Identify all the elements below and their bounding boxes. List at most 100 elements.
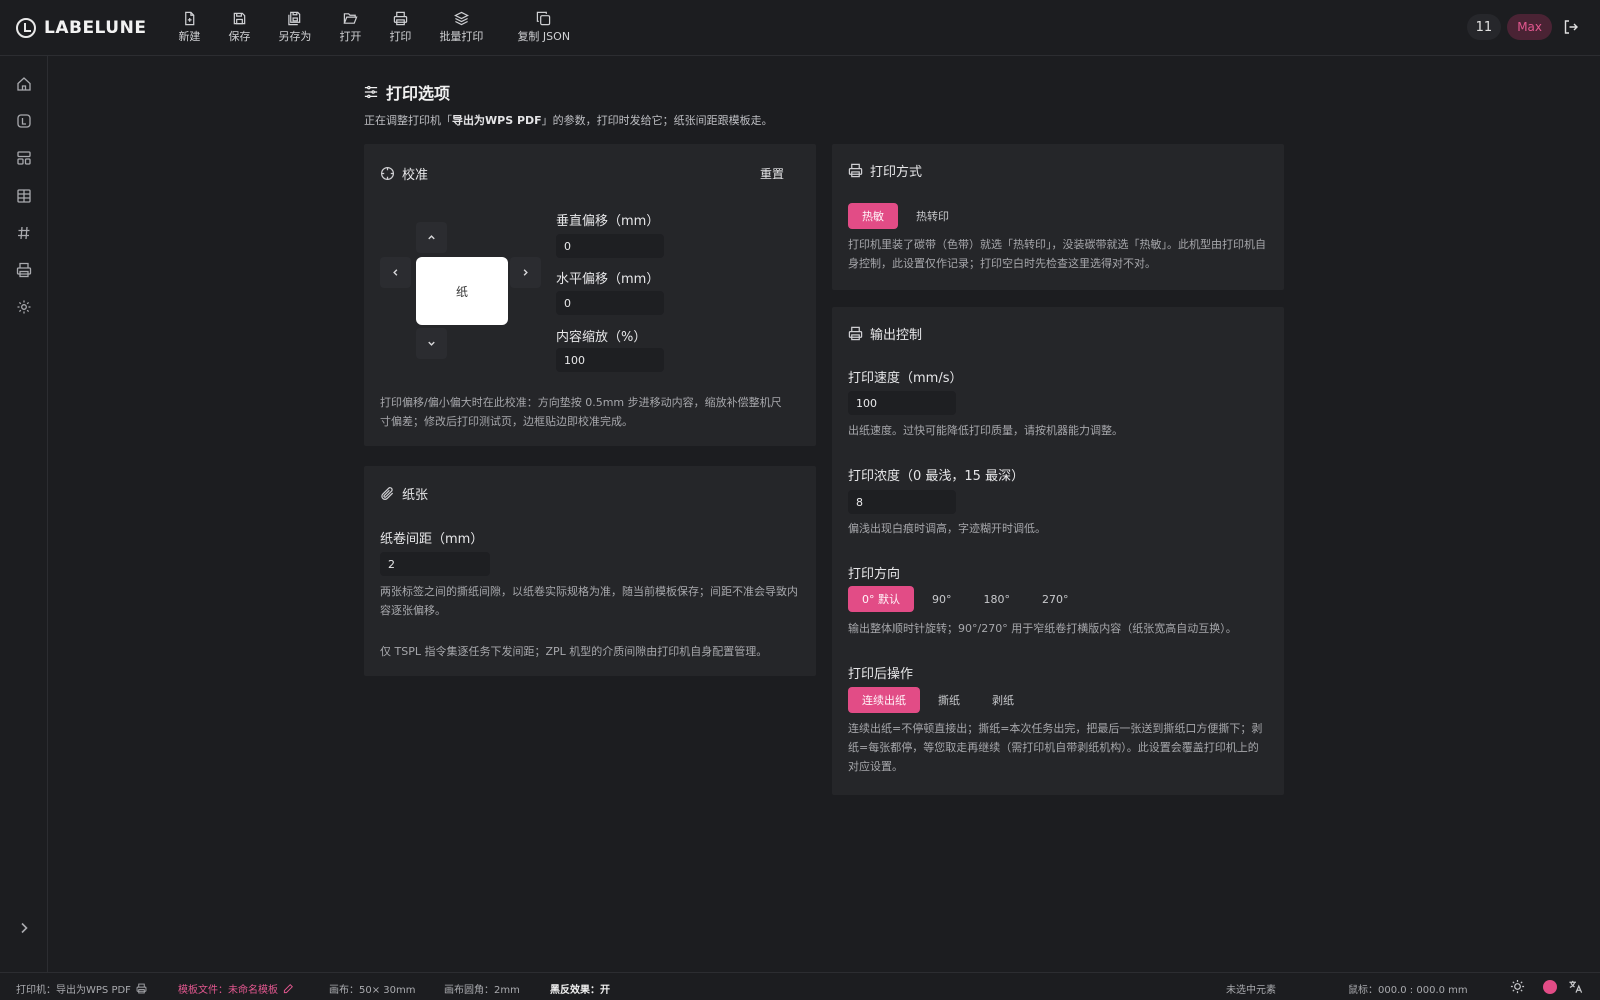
chevron-right-icon [523,269,528,276]
subtitle-prefix: 正在调整打印机「 [364,114,452,127]
paper-header: 纸张 [380,484,428,503]
vertical-offset-label: 垂直偏移（mm） [556,214,660,229]
app-logo[interactable]: LABELUNE [16,17,147,38]
density-hint: 偏浅出现白痕时调高，字迹糊开时调低。 [848,522,1046,535]
sun-icon [1510,979,1525,994]
calibration-card: 校准 重置 纸 垂直偏移（mm） 0 水平偏移（mm） 0 内容缩放（%） 10… [364,144,816,446]
expand-sidebar-button[interactable] [14,918,34,938]
print-button[interactable]: 打印 [375,0,425,56]
status-canvas-corner: 画布圆角：2mm [444,985,520,996]
gap-input[interactable]: 2 [380,552,490,576]
reset-button[interactable]: 重置 [760,165,784,182]
after-print-label: 打印后操作 [848,667,914,682]
app-name: LABELUNE [44,17,147,38]
print-method-header: 打印方式 [848,161,922,180]
sidebar-item-settings[interactable] [14,297,34,317]
label-icon [17,114,31,128]
output-header: 输出控制 [848,324,922,343]
new-label: 新建 [178,30,201,43]
output-control-card: 输出控制 打印速度（mm/s） 100 出纸速度。过快可能降低打印质量，请按机器… [832,307,1284,795]
print-method-segmented: 热敏 热转印 [848,203,963,229]
paper-card: 纸张 纸卷间距（mm） 2 两张标签之间的撕纸间隙，以纸卷实际规格为准，随当前模… [364,466,816,676]
save-as-icon [288,11,301,26]
paperclip-icon [381,487,394,500]
sidebar-item-labels[interactable] [14,111,34,131]
language-button[interactable] [1568,979,1583,994]
sidebar-item-home[interactable] [14,74,34,94]
pencil-icon [283,984,293,994]
folder-open-icon [343,13,358,24]
crosshair-icon [380,166,395,181]
user-badge[interactable]: Max [1507,14,1552,40]
sidebar-item-serial[interactable] [14,223,34,243]
horizontal-offset-input[interactable]: 0 [556,291,664,315]
copy-json-button[interactable]: 复制 JSON [503,0,584,56]
new-button[interactable]: 新建 [164,0,214,56]
nudge-right-button[interactable] [510,257,541,288]
direction-option-180[interactable]: 180° [970,586,1025,612]
table-icon [17,189,31,203]
after-print-segmented: 连续出纸 撕纸 剥纸 [848,687,1028,713]
save-as-button[interactable]: 另存为 [264,0,325,56]
after-option-continuous[interactable]: 连续出纸 [848,687,920,713]
after-option-tear[interactable]: 撕纸 [924,687,974,713]
batch-print-button[interactable]: 批量打印 [425,0,497,56]
nudge-up-button[interactable] [416,222,447,253]
save-button[interactable]: 保存 [214,0,264,56]
open-button[interactable]: 打开 [325,0,375,56]
printer-name: 导出为WPS PDF [452,114,542,127]
theme-toggle-button[interactable] [1510,979,1525,994]
layers-icon [453,11,469,26]
page-subtitle: 正在调整打印机「导出为WPS PDF」的参数，打印时发给它；纸张间距跟模板走。 [364,112,773,128]
status-template-text: 模板文件：未命名模板 [178,985,278,996]
printer-icon [848,326,863,341]
main-content: 打印选项 正在调整打印机「导出为WPS PDF」的参数，打印时发给它；纸张间距跟… [48,56,1600,972]
save-as-label: 另存为 [278,30,312,43]
translate-icon [1569,980,1583,993]
printer-icon [848,163,863,178]
status-template[interactable]: 模板文件：未命名模板 [178,981,294,996]
direction-hint: 输出整体顺时针旋转；90°/270° 用于窄纸卷打横版内容（纸张宽高自动互换）。 [848,622,1237,635]
page-title: 打印选项 [364,80,773,104]
method-option-transfer[interactable]: 热转印 [902,203,963,229]
layout-icon [17,151,31,165]
gap-hint: 两张标签之间的撕纸间隙，以纸卷实际规格为准，随当前模板保存；间距不准会导致内容逐… [380,585,798,617]
after-option-peel[interactable]: 剥纸 [978,687,1028,713]
scale-label: 内容缩放（%） [556,330,647,345]
direction-option-270[interactable]: 270° [1028,586,1083,612]
print-label: 打印 [389,30,412,43]
logout-button[interactable] [1558,14,1584,40]
status-selection: 未选中元素 [1226,985,1276,996]
accent-color-swatch [1543,980,1557,994]
copy-icon [537,11,551,26]
sidebar-item-data[interactable] [14,186,34,206]
chevron-left-icon [393,269,398,276]
gear-icon [17,300,31,314]
sidebar-item-printer[interactable] [14,260,34,280]
status-printer[interactable]: 打印机：导出为WPS PDF [16,981,147,996]
speed-input[interactable]: 100 [848,391,956,415]
chevron-right-icon [21,922,28,934]
nudge-down-button[interactable] [416,328,447,359]
direction-option-0[interactable]: 0° 默认 [848,586,914,612]
paper-title: 纸张 [402,488,429,503]
accent-color-button[interactable] [1543,980,1557,994]
subtitle-suffix: 」的参数，打印时发给它；纸张间距跟模板走。 [541,114,773,127]
scale-input[interactable]: 100 [556,348,664,372]
nudge-left-button[interactable] [380,257,411,288]
count-badge[interactable]: 11 [1466,14,1502,40]
printer-icon [393,11,408,26]
density-input[interactable]: 8 [848,490,956,514]
vertical-offset-input[interactable]: 0 [556,234,664,258]
horizontal-offset-label: 水平偏移（mm） [556,272,660,287]
new-file-icon [185,11,195,26]
print-method-hint: 打印机里装了碳带（色带）就选「热转印」，没装碳带就选「热敏」。此机型由打印机自身… [848,238,1266,270]
chevron-up-icon [428,235,435,240]
direction-option-90[interactable]: 90° [918,586,966,612]
home-icon [17,77,31,91]
method-option-thermal[interactable]: 热敏 [848,203,898,229]
status-invert[interactable]: 黑反效果：开 [550,981,610,996]
speed-label: 打印速度（mm/s） [848,371,963,386]
sidebar-item-templates[interactable] [14,148,34,168]
logout-icon [1564,20,1578,34]
